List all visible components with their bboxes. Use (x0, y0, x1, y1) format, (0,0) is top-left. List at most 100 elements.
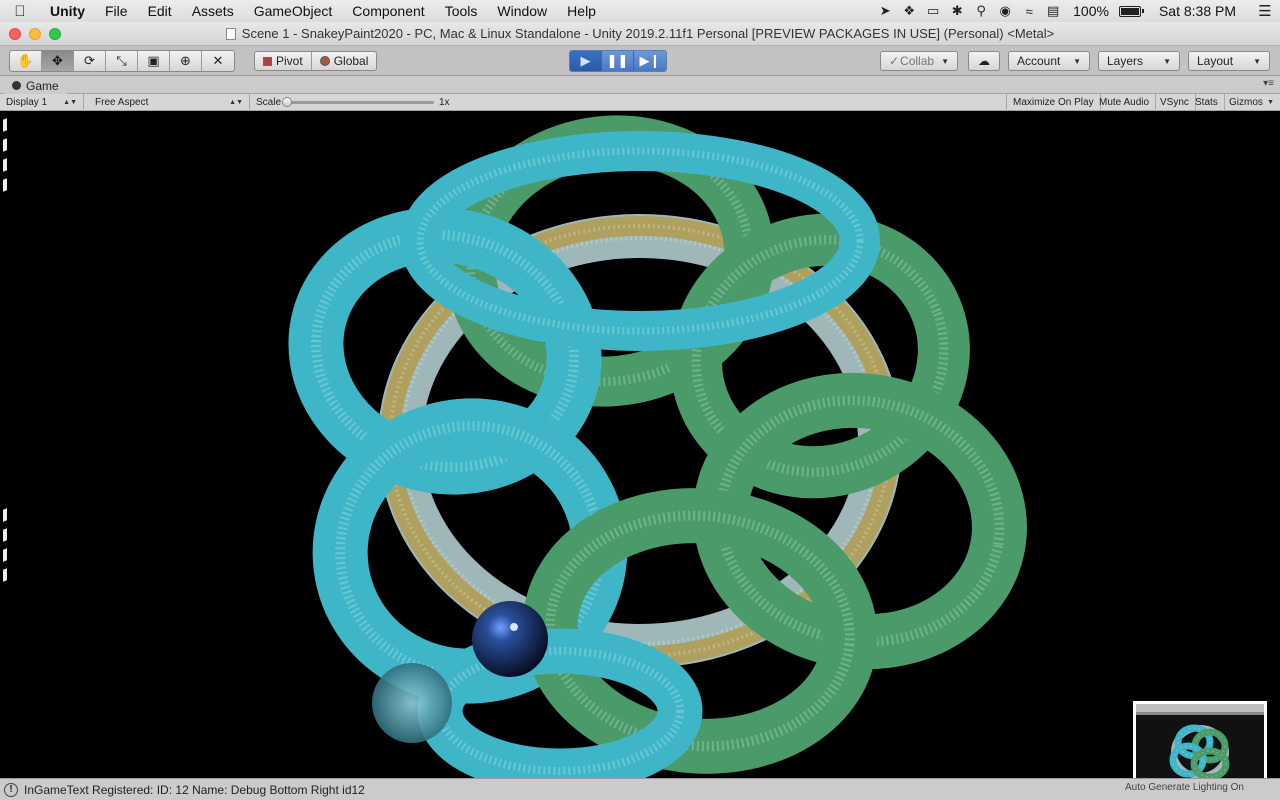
menu-tools[interactable]: Tools (435, 0, 488, 22)
game-tab-row: Game ▾≡ (0, 76, 1280, 94)
display-label: Display 1 (6, 96, 48, 108)
account-dropdown[interactable]: Account ▼ (1008, 51, 1090, 71)
global-label: Global (333, 54, 369, 68)
left-edge-markers-top (3, 118, 7, 199)
glass-sphere (372, 663, 452, 743)
caret-down-icon: ▼ (1073, 56, 1081, 66)
layers-label: Layers (1107, 54, 1144, 68)
updown-icon: ▲▼ (229, 98, 243, 106)
pivot-label: Pivot (276, 54, 303, 68)
tab-game-label: Game (26, 78, 59, 93)
scale-tool-button[interactable]: ⤡ (106, 51, 138, 71)
play-button[interactable]: ▶ (570, 51, 602, 71)
info-icon: ! (4, 782, 18, 797)
apple-logo-icon[interactable]:  (0, 3, 40, 20)
console-status-bar[interactable]: ! InGameText Registered: ID: 12 Name: De… (0, 778, 1280, 800)
bluetooth-icon[interactable]: ✱ (945, 0, 969, 22)
pivot-button[interactable]: Pivot (255, 52, 312, 70)
cloud-button[interactable]: ☁ (968, 51, 1000, 71)
scale-slider-knob[interactable] (282, 97, 292, 107)
window-title: Scene 1 - SnakeyPaint2020 - PC, Mac & Li… (0, 22, 1280, 46)
menu-assets[interactable]: Assets (182, 0, 244, 22)
playback-controls: ▶ ❚❚ ▶❙ (569, 50, 667, 72)
menu-bar-clock[interactable]: Sat 8:38 PM (1141, 3, 1250, 19)
window-title-text: Scene 1 - SnakeyPaint2020 - PC, Mac & Li… (241, 26, 1055, 41)
thumb-knot (1169, 724, 1230, 778)
move-tool-icon: ✥ (52, 53, 63, 68)
wifi-icon[interactable]: ≈ (1017, 0, 1041, 22)
cloud-icon: ☁ (978, 54, 990, 68)
battery-extra-icon[interactable]: ▤ (1041, 0, 1065, 22)
custom-tool-icon: ✕ (212, 53, 224, 68)
collab-dropdown[interactable]: ✓ Collab ▼ (880, 51, 958, 71)
battery-percent[interactable]: 100% (1065, 3, 1117, 19)
caret-down-icon: ▼ (1253, 56, 1261, 66)
transform-tools-group: ✋ ✥ ⟳ ⤡ ▣ ⊕ ✕ (9, 50, 235, 72)
caret-down-icon: ▼ (1163, 56, 1171, 66)
play-icon: ▶ (580, 53, 591, 68)
scale-value: 1x (439, 96, 450, 108)
menu-component[interactable]: Component (342, 0, 434, 22)
scale-slider-track[interactable] (286, 101, 434, 104)
display-dropdown[interactable]: Display 1 ▲▼ (0, 94, 84, 110)
pause-icon: ❚❚ (606, 53, 629, 68)
step-icon: ▶❙ (639, 53, 661, 68)
move-tool-button[interactable]: ✥ (42, 51, 74, 71)
menu-unity[interactable]: Unity (40, 0, 95, 22)
maximize-on-play-toggle[interactable]: Maximize On Play (1006, 94, 1101, 110)
stats-toggle[interactable]: Stats (1189, 94, 1225, 110)
spotlight-search-icon[interactable]: ⚲ (969, 0, 993, 22)
mute-audio-toggle[interactable]: Mute Audio (1093, 94, 1157, 110)
window-title-bar: Scene 1 - SnakeyPaint2020 - PC, Mac & Li… (0, 22, 1280, 46)
caret-down-icon: ▼ (1267, 98, 1274, 106)
rect-tool-button[interactable]: ▣ (138, 51, 170, 71)
macos-menu-bar:  Unity File Edit Assets GameObject Comp… (0, 0, 1280, 22)
airplay-icon[interactable]: ▭ (921, 0, 945, 22)
step-button[interactable]: ▶❙ (634, 51, 666, 71)
check-icon: ✓ (889, 54, 900, 68)
send-icon[interactable]: ➤ (873, 0, 897, 22)
hand-tool-icon: ✋ (17, 53, 34, 68)
scale-tool-icon: ⤡ (116, 53, 127, 68)
aspect-dropdown[interactable]: Free Aspect ▲▼ (89, 94, 250, 110)
game-viewport[interactable] (0, 111, 1280, 778)
console-message: InGameText Registered: ID: 12 Name: Debu… (24, 782, 365, 797)
rect-tool-icon: ▣ (147, 53, 160, 68)
tab-game[interactable]: Game (4, 77, 67, 94)
unity-toolbar: ✋ ✥ ⟳ ⤡ ▣ ⊕ ✕ Pivot Global ▶ ❚❚ ▶❙ ✓ Collab ▼ ☁ … (0, 46, 1280, 76)
tab-options-menu-icon[interactable]: ▾≡ (1263, 78, 1274, 89)
global-button[interactable]: Global (312, 52, 377, 70)
menu-window[interactable]: Window (487, 0, 557, 22)
document-icon (225, 28, 236, 40)
menu-file[interactable]: File (95, 0, 138, 22)
rotate-tool-icon: ⟳ (84, 53, 95, 68)
battery-icon[interactable] (1118, 5, 1144, 17)
dropbox-icon[interactable]: ❖ (897, 0, 921, 22)
rotate-tool-button[interactable]: ⟳ (74, 51, 106, 71)
sphere-highlight (510, 623, 518, 631)
custom-tool-button[interactable]: ✕ (202, 51, 234, 71)
scale-label: Scale (256, 96, 282, 108)
hand-tool-button[interactable]: ✋ (10, 51, 42, 71)
collab-label: Collab (900, 54, 935, 68)
caret-down-icon: ▼ (941, 56, 949, 66)
account-label: Account (1017, 54, 1061, 68)
gizmos-dropdown[interactable]: Gizmos ▼ (1223, 94, 1280, 110)
game-view-controls: Display 1 ▲▼ Free Aspect ▲▼ Scale 1x Maxim… (0, 94, 1280, 111)
knot-scene (288, 115, 1027, 778)
transform-tool-icon: ⊕ (180, 53, 191, 68)
siri-icon[interactable]: ◉ (993, 0, 1017, 22)
unity-editor-screen:  Unity File Edit Assets GameObject Comp… (0, 0, 1280, 800)
menu-gameobject[interactable]: GameObject (244, 0, 343, 22)
updown-icon: ▲▼ (63, 98, 77, 106)
menu-edit[interactable]: Edit (138, 0, 182, 22)
preview-thumbnail[interactable] (1133, 701, 1267, 778)
transform-tool-button[interactable]: ⊕ (170, 51, 202, 71)
notification-center-icon[interactable]: ☰ (1250, 0, 1280, 22)
globe-icon (319, 56, 330, 66)
gizmos-label: Gizmos (1229, 96, 1263, 108)
layout-dropdown[interactable]: Layout ▼ (1188, 51, 1270, 71)
pause-button[interactable]: ❚❚ (602, 51, 634, 71)
menu-help[interactable]: Help (557, 0, 606, 22)
layers-dropdown[interactable]: Layers ▼ (1098, 51, 1180, 71)
